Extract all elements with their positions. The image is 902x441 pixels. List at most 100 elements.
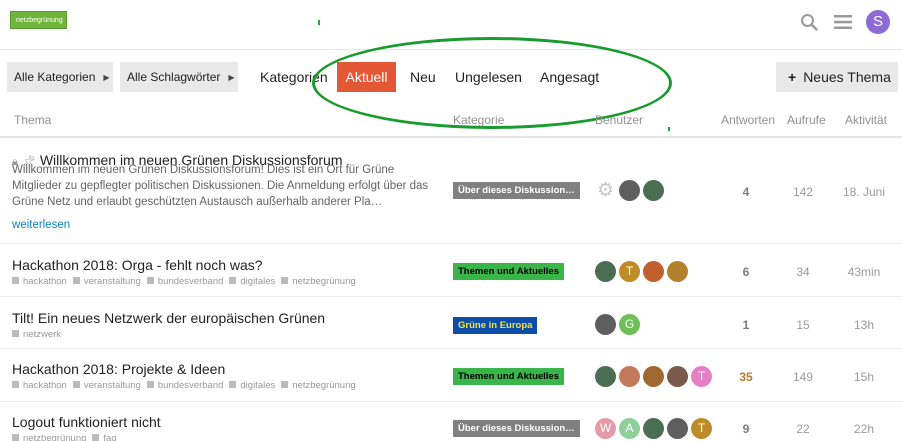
column-header-replies[interactable]: Antworten [721, 113, 775, 127]
activity-time[interactable]: 13h [838, 318, 890, 332]
replies-count: 1 [742, 318, 750, 332]
tab-categories[interactable]: Kategorien [252, 62, 336, 92]
poster-avatar[interactable] [595, 314, 616, 335]
header-marker [318, 20, 320, 25]
category-badge[interactable]: Grüne in Europa [453, 317, 538, 334]
poster-avatar[interactable]: T [691, 366, 712, 387]
column-header-views[interactable]: Aufrufe [787, 113, 826, 127]
topic-tags: netzwerk [12, 329, 67, 340]
search-icon[interactable] [798, 11, 820, 33]
topic-tag[interactable]: digitales [229, 380, 275, 391]
tab-new[interactable]: Neu [402, 62, 444, 92]
header-bar: netzbegrünung S [0, 0, 902, 50]
poster-avatars: W A T [595, 418, 712, 439]
all-categories-label: Alle Kategorien [14, 70, 96, 84]
all-tags-label: Alle Schlagwörter [127, 70, 221, 84]
poster-avatar[interactable]: W [595, 418, 616, 439]
read-more-link[interactable]: weiterlesen [12, 219, 70, 231]
topic-tag[interactable]: faq [92, 433, 117, 441]
poster-avatar[interactable]: T [619, 261, 640, 282]
topic-tags: hackathon veranstaltung bundesverband digit… [12, 276, 362, 287]
views-count: 15 [796, 318, 810, 332]
topic-tag[interactable]: netzbegrünung [281, 276, 356, 287]
poster-avatar[interactable] [619, 180, 640, 201]
poster-avatar[interactable] [643, 261, 664, 282]
poster-avatar[interactable] [667, 418, 688, 439]
header-icons: S [798, 10, 890, 34]
topic-tag[interactable]: netzbegrünung [12, 433, 86, 441]
topic-tag[interactable]: veranstaltung [72, 276, 141, 287]
replies-count: 6 [742, 265, 750, 279]
views-count: 149 [792, 370, 814, 384]
activity-time[interactable]: 22h [838, 422, 890, 436]
poster-avatar[interactable] [619, 366, 640, 387]
poster-avatar[interactable] [643, 418, 664, 439]
new-topic-label: Neues Thema [803, 69, 891, 85]
topic-tag[interactable]: digitales [229, 276, 275, 287]
column-header-category: Kategorie [453, 113, 505, 127]
topic-title[interactable]: Logout funktioniert nicht [12, 414, 161, 430]
topic-tags: hackathon veranstaltung bundesverband digit… [12, 380, 362, 391]
topic-tag[interactable]: veranstaltung [72, 380, 141, 391]
topic-row: Hackathon 2018: Projekte & Ideen hackath… [0, 349, 902, 402]
topic-title[interactable]: Hackathon 2018: Projekte & Ideen [12, 361, 225, 377]
topic-tag[interactable]: bundesverband [146, 380, 223, 391]
activity-time[interactable]: 18. Juni [838, 185, 890, 199]
topic-tag[interactable]: hackathon [12, 380, 67, 391]
poster-avatar[interactable] [595, 366, 616, 387]
hamburger-menu-icon[interactable] [832, 11, 854, 33]
poster-avatar[interactable]: A [619, 418, 640, 439]
category-badge[interactable]: Themen und Aktuelles [453, 368, 564, 385]
user-avatar[interactable]: S [866, 10, 890, 34]
site-logo[interactable]: netzbegrünung [10, 11, 67, 29]
topic-row: Tilt! Ein neues Netzwerk der europäische… [0, 297, 902, 349]
poster-avatars: ⚙ [595, 180, 664, 201]
plus-icon: + [788, 69, 797, 85]
poster-avatars: T [595, 261, 688, 282]
replies-count: 4 [742, 185, 750, 199]
poster-avatar[interactable]: T [691, 418, 712, 439]
poster-avatar[interactable] [667, 261, 688, 282]
poster-avatar[interactable] [595, 261, 616, 282]
topic-title[interactable]: Tilt! Ein neues Netzwerk der europäische… [12, 310, 325, 326]
topic-row: Logout funktioniert nicht netzbegrünung f… [0, 402, 902, 441]
topic-tag[interactable]: netzwerk [12, 329, 61, 340]
caret-right-icon: ▶ [103, 73, 110, 82]
category-badge[interactable]: Über dieses Diskussion… [453, 182, 580, 199]
poster-avatar[interactable] [643, 180, 664, 201]
column-header-activity[interactable]: Aktivität [845, 113, 887, 127]
tab-latest[interactable]: Aktuell [337, 62, 396, 92]
poster-avatar[interactable] [643, 366, 664, 387]
activity-time[interactable]: 15h [838, 370, 890, 384]
views-count: 22 [796, 422, 810, 436]
views-count: 142 [792, 185, 814, 199]
topic-tag[interactable]: netzbegrünung [281, 380, 356, 391]
poster-avatars: T [595, 366, 712, 387]
column-header-users: Benutzer [595, 113, 644, 127]
navigation-bar: Alle Kategorien ▶ Alle Schlagwörter ▶ Kate… [0, 62, 902, 94]
all-tags-dropdown[interactable]: Alle Schlagwörter ▶ [120, 62, 238, 92]
replies-count: 9 [742, 422, 750, 436]
topic-tag[interactable]: hackathon [12, 276, 67, 287]
column-header-topic[interactable]: Thema [14, 113, 51, 127]
topic-excerpt: Willkommen im neuen Grünen Diskussionsfo… [12, 164, 429, 208]
topic-title[interactable]: Hackathon 2018: Orga - fehlt noch was? [12, 257, 263, 273]
tab-unread[interactable]: Ungelesen [447, 62, 530, 92]
poster-avatars: G [595, 314, 640, 335]
views-count: 34 [796, 265, 810, 279]
category-badge[interactable]: Über dieses Diskussion… [453, 420, 580, 437]
system-gear-avatar[interactable]: ⚙ [595, 180, 616, 201]
new-topic-button[interactable]: + Neues Thema [776, 62, 898, 92]
header-marker [668, 127, 670, 131]
category-badge[interactable]: Themen und Aktuelles [453, 263, 564, 280]
all-categories-dropdown[interactable]: Alle Kategorien ▶ [7, 62, 113, 92]
topic-tags: netzbegrünung faq [12, 433, 123, 441]
activity-time[interactable]: 43min [838, 265, 890, 279]
poster-avatar[interactable] [667, 366, 688, 387]
tab-top[interactable]: Angesagt [532, 62, 607, 92]
poster-avatar[interactable]: G [619, 314, 640, 335]
topic-row: 🔒︎ 📌︎ Willkommen im neuen Grünen Diskussio… [0, 138, 902, 244]
topic-row: Hackathon 2018: Orga - fehlt noch was? h… [0, 244, 902, 297]
caret-right-icon: ▶ [228, 73, 235, 82]
topic-tag[interactable]: bundesverband [146, 276, 223, 287]
